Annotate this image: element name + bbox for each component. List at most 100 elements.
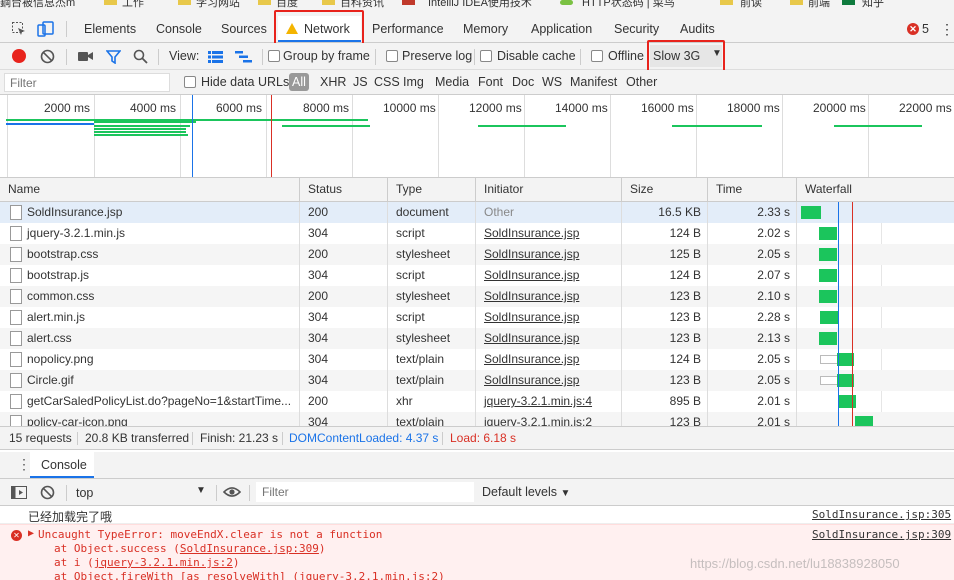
tab-security[interactable]: Security <box>614 16 659 42</box>
offline-checkbox[interactable] <box>591 50 603 62</box>
search-icon[interactable] <box>132 49 148 64</box>
drawer-tab-console[interactable]: Console <box>30 452 94 478</box>
bookmark-item[interactable]: 知乎 <box>862 0 884 10</box>
more-menu-icon[interactable]: ⋮ <box>940 16 954 42</box>
console-toolbar: top ▼ Default levels ▼ <box>0 479 954 506</box>
device-toolbar-icon[interactable] <box>36 20 56 38</box>
table-row[interactable]: jquery-3.2.1.min.js 304 script SoldInsuranc… <box>0 223 954 244</box>
column-header-name[interactable]: Name <box>0 178 300 201</box>
tab-elements[interactable]: Elements <box>84 16 136 42</box>
table-row[interactable]: nopolicy.png 304 text/plain SoldInsurance.j… <box>0 349 954 370</box>
console-filter-input[interactable] <box>256 482 474 502</box>
clear-console-icon[interactable] <box>40 485 55 500</box>
camera-icon[interactable] <box>78 49 94 63</box>
tab-sources[interactable]: Sources <box>221 16 267 42</box>
console-error-source[interactable]: SoldInsurance.jsp:309 <box>812 528 951 541</box>
bookmark-item[interactable]: 百科资讯 <box>340 0 384 10</box>
tab-performance[interactable]: Performance <box>372 16 444 42</box>
time-text: 2.28 s <box>757 310 790 324</box>
cell-initiator[interactable]: jquery-3.2.1.min.js:2 <box>476 412 622 426</box>
filter-type-other[interactable]: Other <box>626 75 657 89</box>
table-row[interactable]: SoldInsurance.jsp 200 document Other 16.5 KB… <box>0 202 954 223</box>
cell-initiator[interactable]: jquery-3.2.1.min.js:4 <box>476 391 622 412</box>
large-rows-icon[interactable] <box>207 50 223 63</box>
status-text: 304 <box>308 226 329 240</box>
bookmarks-bar: 鋼台被信息杰m 工作 学习网站 百度 百科资讯 IntelliJ IDEA使用技… <box>0 0 954 16</box>
table-row[interactable]: getCarSaledPolicyList.do?pageNo=1&startT… <box>0 391 954 412</box>
column-header-status[interactable]: Status <box>300 178 388 201</box>
tab-audits[interactable]: Audits <box>680 16 715 42</box>
stack-frame-link[interactable]: jquery-3.2.1.min.js:2 <box>94 556 233 569</box>
stack-frame-link[interactable]: jquery-3.2.1.min.js:2 <box>299 570 438 580</box>
initiator-text: SoldInsurance.jsp <box>484 226 580 240</box>
filter-type-css[interactable]: CSS <box>374 75 400 89</box>
table-row[interactable]: alert.css 304 stylesheet SoldInsurance.jsp 1… <box>0 328 954 349</box>
bookmark-item[interactable]: 前读 <box>740 0 762 10</box>
eye-icon[interactable] <box>222 485 242 499</box>
table-row[interactable]: bootstrap.css 200 stylesheet SoldInsurance.… <box>0 244 954 265</box>
filter-type-manifest[interactable]: Manifest <box>570 75 617 89</box>
console-log-source[interactable]: SoldInsurance.jsp:305 <box>812 508 951 521</box>
waterfall-view-icon[interactable] <box>234 50 252 63</box>
cell-initiator[interactable]: SoldInsurance.jsp <box>476 265 622 286</box>
column-header-time[interactable]: Time <box>708 178 797 201</box>
log-levels-select[interactable]: Default levels ▼ <box>482 485 570 499</box>
cell-type: script <box>388 265 476 286</box>
filter-type-ws[interactable]: WS <box>542 75 562 89</box>
bookmark-item[interactable]: 工作 <box>122 0 144 10</box>
tab-console[interactable]: Console <box>156 16 202 42</box>
type-text: script <box>396 268 425 282</box>
error-icon[interactable]: ✕ <box>907 23 919 35</box>
tab-memory[interactable]: Memory <box>463 16 508 42</box>
cell-initiator[interactable]: SoldInsurance.jsp <box>476 328 622 349</box>
filter-type-media[interactable]: Media <box>435 75 469 89</box>
table-row[interactable]: alert.min.js 304 script SoldInsurance.jsp 12… <box>0 307 954 328</box>
disable-cache-checkbox[interactable] <box>480 50 492 62</box>
cell-time: 2.01 s <box>708 391 797 412</box>
error-count[interactable]: 5 <box>922 16 929 42</box>
bookmark-item[interactable]: 学习网站 <box>196 0 240 10</box>
column-header-size[interactable]: Size <box>622 178 708 201</box>
filter-type-font[interactable]: Font <box>478 75 503 89</box>
context-select[interactable]: top ▼ <box>72 481 212 503</box>
cell-initiator[interactable]: SoldInsurance.jsp <box>476 244 622 265</box>
cell-initiator[interactable]: SoldInsurance.jsp <box>476 223 622 244</box>
inspect-element-icon[interactable] <box>10 20 28 38</box>
hide-data-urls-checkbox[interactable] <box>184 76 196 88</box>
preserve-log-checkbox[interactable] <box>386 50 398 62</box>
filter-input[interactable] <box>4 73 170 92</box>
record-icon[interactable] <box>12 49 26 63</box>
stack-frame-link[interactable]: SoldInsurance.jsp:309 <box>180 542 319 555</box>
column-header-waterfall[interactable]: Waterfall <box>797 178 954 201</box>
table-row[interactable]: common.css 200 stylesheet SoldInsurance.jsp… <box>0 286 954 307</box>
filter-type-xhr[interactable]: XHR <box>320 75 346 89</box>
timeline-overview[interactable]: 2000 ms 4000 ms 6000 ms 8000 ms 10000 ms… <box>0 95 954 178</box>
initiator-text: SoldInsurance.jsp <box>484 310 580 324</box>
cell-initiator[interactable]: SoldInsurance.jsp <box>476 307 622 328</box>
bookmark-item[interactable]: 百度 <box>276 0 298 10</box>
cell-initiator[interactable]: SoldInsurance.jsp <box>476 370 622 391</box>
column-header-initiator[interactable]: Initiator <box>476 178 622 201</box>
table-row[interactable]: bootstrap.js 304 script SoldInsurance.jsp 12… <box>0 265 954 286</box>
column-header-type[interactable]: Type <box>388 178 476 201</box>
grid-line <box>352 95 353 177</box>
filter-icon[interactable] <box>105 49 121 64</box>
sidebar-toggle-icon[interactable] <box>11 485 27 499</box>
bookmark-item[interactable]: 前端 <box>808 0 830 10</box>
table-row[interactable]: policy-car-icon.png 304 text/plain jquery-3… <box>0 412 954 426</box>
filter-type-all[interactable]: All <box>289 73 309 91</box>
bookmark-item[interactable]: 鋼台被信息杰m <box>0 0 75 10</box>
group-by-frame-checkbox[interactable] <box>268 50 280 62</box>
expand-triangle-icon[interactable]: ▶ <box>28 528 34 539</box>
filter-type-doc[interactable]: Doc <box>512 75 534 89</box>
cell-initiator[interactable]: SoldInsurance.jsp <box>476 349 622 370</box>
cell-initiator[interactable]: SoldInsurance.jsp <box>476 286 622 307</box>
filter-type-js[interactable]: JS <box>353 75 368 89</box>
clear-icon[interactable] <box>40 49 55 64</box>
filter-type-img[interactable]: Img <box>403 75 424 89</box>
tab-application[interactable]: Application <box>531 16 592 42</box>
bookmark-item[interactable]: HTTP状态码 | 菜鸟 <box>582 0 675 10</box>
table-row[interactable]: Circle.gif 304 text/plain SoldInsurance.jsp… <box>0 370 954 391</box>
drawer-menu-icon[interactable]: ⋮ <box>17 456 31 473</box>
bookmark-item[interactable]: IntelliJ IDEA使用技术 <box>428 0 532 10</box>
